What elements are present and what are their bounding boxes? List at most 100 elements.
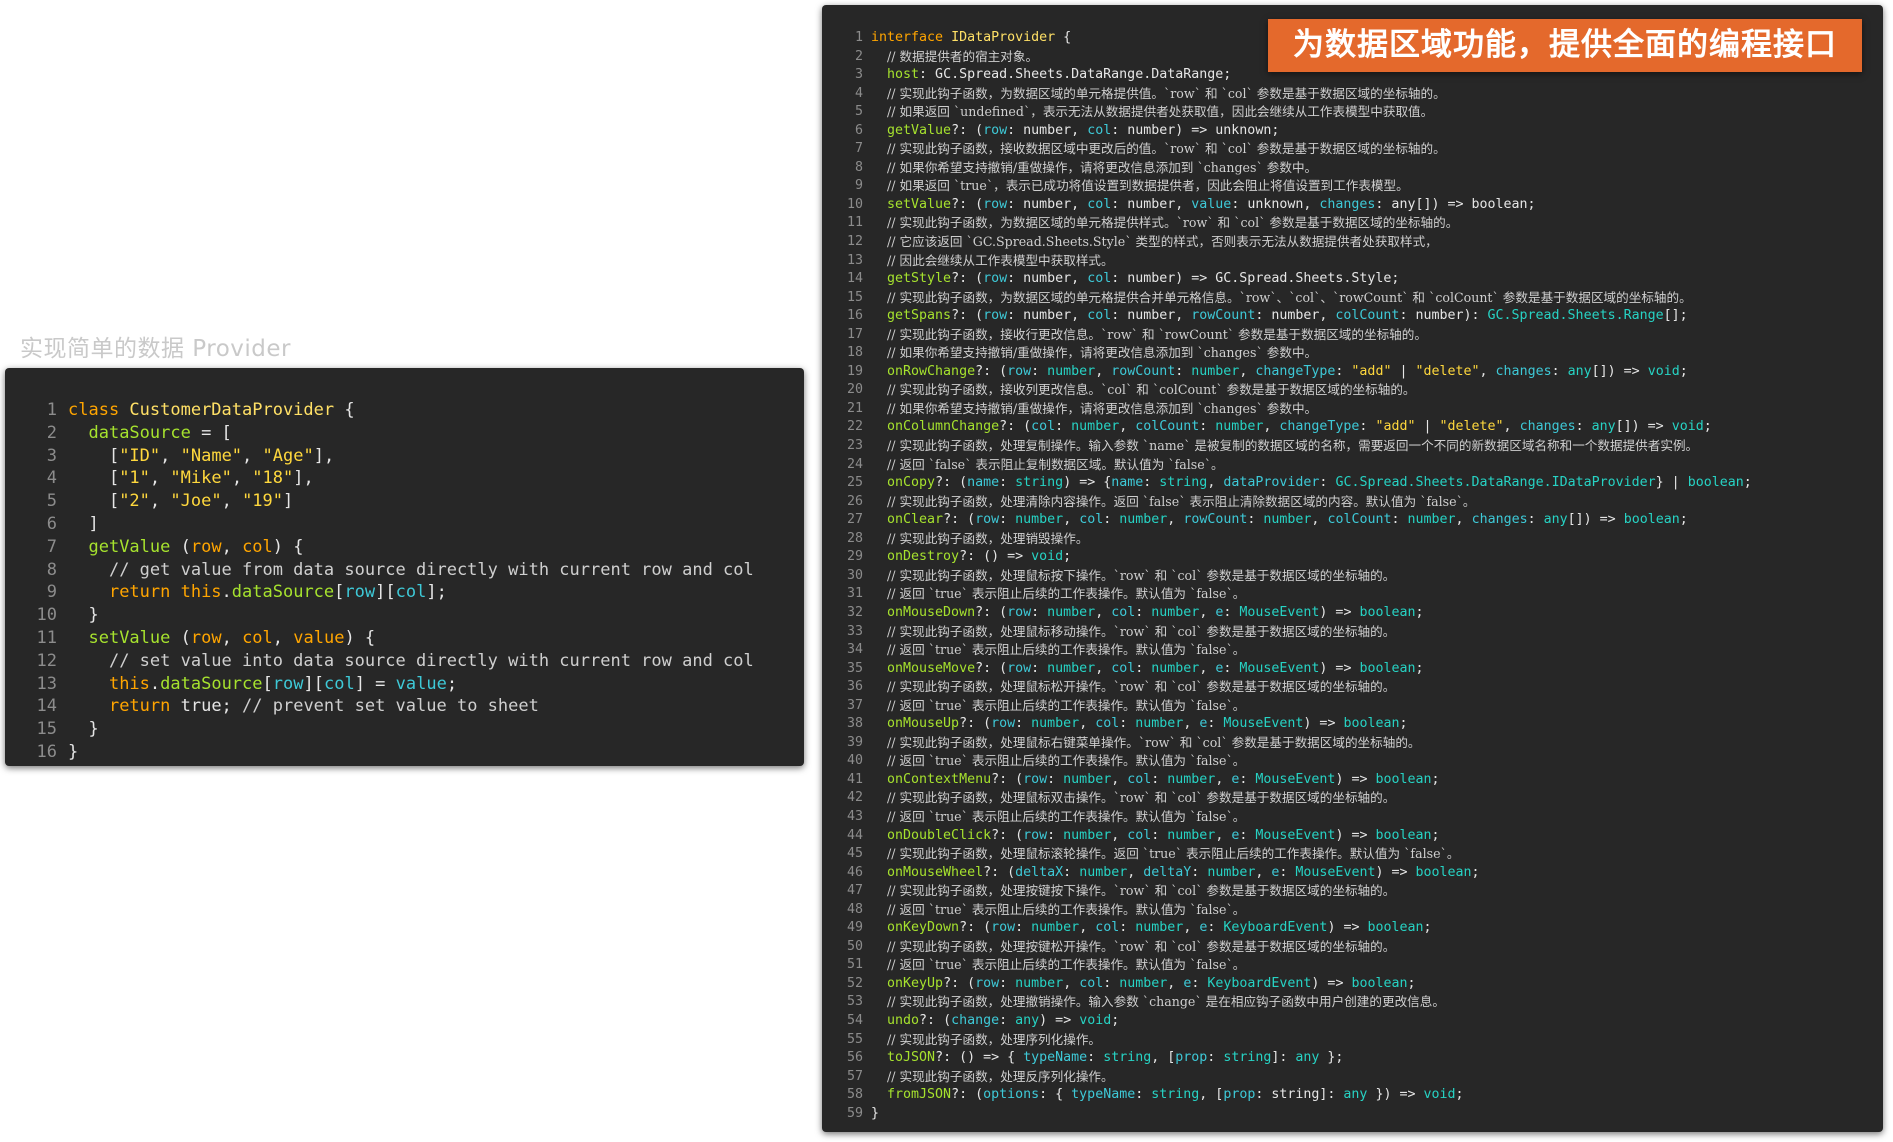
code-line: 12 // set value into data source directl… bbox=[5, 650, 804, 673]
code-token: void bbox=[1671, 419, 1704, 435]
code-token: // get value from data source directly w… bbox=[108, 559, 754, 580]
code-token: // 它应该返回 `GC.Spread.Sheets.Style` 类型的样式，… bbox=[887, 234, 1438, 250]
code-token: , bbox=[221, 536, 243, 557]
code-line: 38 onMouseUp?: (row: number, col: number… bbox=[822, 715, 1883, 734]
code-token: , bbox=[1127, 864, 1144, 880]
code-token: ; bbox=[1063, 549, 1072, 565]
code-line: 47 // 实现此钩子函数，处理按键按下操作。`row` 和 `col` 参数是… bbox=[822, 882, 1883, 901]
line-number: 5 bbox=[854, 104, 863, 120]
code-token: , bbox=[242, 445, 263, 466]
code-token: ?: ( bbox=[951, 308, 984, 324]
code-token: , bbox=[1311, 512, 1328, 528]
code-line: 32 onMouseDown?: (row: number, col: numb… bbox=[822, 604, 1883, 623]
code-token: : bbox=[1207, 1050, 1224, 1066]
code-token: // 如果你希望支持撤销/重做操作，请将更改信息添加到 `changes` 参数… bbox=[887, 159, 1318, 175]
code-token: number bbox=[1063, 771, 1112, 787]
code-text: // 返回 `true` 表示阻止后续的工作表操作。默认值为 `false`。 bbox=[871, 641, 1883, 660]
code-token: row bbox=[272, 673, 304, 694]
code-lines: 1 interface IDataProvider {2 // 数据提供者的宿主对… bbox=[822, 29, 1883, 1123]
caption-simple-provider: 实现简单的数据 Provider bbox=[20, 336, 292, 362]
code-line: 43 // 返回 `true` 表示阻止后续的工作表操作。默认值为 `false… bbox=[822, 808, 1883, 827]
code-token: number bbox=[1071, 419, 1120, 435]
code-text: onMouseUp?: (row: number, col: number, e… bbox=[871, 715, 1883, 734]
code-token: any bbox=[1015, 1012, 1040, 1028]
code-token: onContextMenu bbox=[887, 771, 992, 787]
code-token: void bbox=[1031, 549, 1064, 565]
code-line: 50 // 实现此钩子函数，处理按键松开操作。`row` 和 `col` 参数是… bbox=[822, 938, 1883, 957]
code-text: } bbox=[871, 1105, 1883, 1124]
code-token: ; bbox=[1431, 771, 1440, 787]
code-token: : bbox=[1031, 660, 1048, 676]
code-text: onKeyUp?: (row: number, col: number, e: … bbox=[871, 975, 1883, 994]
code-text: onMouseWheel?: (deltaX: number, deltaY: … bbox=[871, 864, 1883, 883]
code-token: this bbox=[108, 673, 150, 694]
code-text: // 如果返回 `undefined`，表示无法从数据提供者处获取值，因此会继续… bbox=[871, 103, 1883, 122]
code-token: : bbox=[1223, 604, 1240, 620]
code-token: }; bbox=[1319, 1050, 1344, 1066]
code-token: onMouseWheel bbox=[887, 864, 984, 880]
code-token: , bbox=[1455, 512, 1472, 528]
code-text: // 实现此钩子函数，处理序列化操作。 bbox=[871, 1031, 1883, 1050]
code-token: changes bbox=[1495, 363, 1552, 379]
code-token: "Age" bbox=[262, 445, 314, 466]
code-token: // 实现此钩子函数，处理撤销操作。输入参数 `change` 是在相应钩子函数… bbox=[887, 994, 1445, 1010]
line-number: 34 bbox=[846, 642, 863, 658]
code-text: } bbox=[68, 741, 804, 764]
code-token: // 返回 `true` 表示阻止后续的工作表操作。默认值为 `false`。 bbox=[887, 957, 1246, 973]
code-line: 24 // 返回 `false` 表示阻止复制数据区域。默认值为 `false`… bbox=[822, 456, 1883, 475]
line-number: 48 bbox=[846, 901, 863, 917]
code-token: "add" bbox=[1375, 419, 1416, 435]
line-number: 12 bbox=[846, 234, 863, 250]
code-line: 37 // 返回 `true` 表示阻止后续的工作表操作。默认值为 `false… bbox=[822, 697, 1883, 716]
code-token: onDestroy bbox=[887, 549, 960, 565]
line-number: 31 bbox=[846, 586, 863, 602]
code-token: } bbox=[68, 719, 99, 740]
code-token: number bbox=[1151, 604, 1200, 620]
code-token: . bbox=[221, 582, 232, 603]
code-token: dataSource bbox=[160, 673, 263, 694]
code-token: ) => bbox=[1375, 864, 1416, 880]
code-token: "add" bbox=[1351, 363, 1392, 379]
line-number: 29 bbox=[846, 549, 863, 565]
code-token: getStyle bbox=[887, 271, 952, 287]
code-token: boolean bbox=[1367, 920, 1424, 936]
code-token: // 实现此钩子函数，为数据区域的单元格提供样式。`row` 和 `col` 参… bbox=[887, 215, 1459, 231]
code-token: // 如果你希望支持撤销/重做操作，请将更改信息添加到 `changes` 参数… bbox=[887, 345, 1318, 361]
code-token: : bbox=[1391, 512, 1408, 528]
code-token: ) => bbox=[1327, 920, 1368, 936]
line-number: 45 bbox=[846, 846, 863, 862]
code-token: ?: ( bbox=[951, 196, 984, 212]
code-token: : bbox=[1319, 475, 1336, 491]
line-number: 3 bbox=[854, 67, 863, 83]
code-text: // 实现此钩子函数，为数据区域的单元格提供合并单元格信息。`row`、`col… bbox=[871, 289, 1883, 308]
code-token: "1" bbox=[119, 468, 150, 489]
code-token: ; bbox=[1703, 419, 1712, 435]
line-number: 27 bbox=[846, 512, 863, 528]
code-token: value bbox=[293, 627, 345, 648]
code-token: , bbox=[1215, 827, 1232, 843]
code-line: 15 } bbox=[5, 718, 804, 741]
code-token: row bbox=[983, 271, 1008, 287]
code-token: col bbox=[242, 536, 273, 557]
code-token: // 实现此钩子函数，处理反序列化操作。 bbox=[887, 1068, 1114, 1084]
code-token: , bbox=[1063, 512, 1080, 528]
code-token: [ bbox=[262, 673, 273, 694]
code-token: void bbox=[1079, 1012, 1112, 1028]
code-token: number bbox=[1119, 512, 1168, 528]
code-text: onKeyDown?: (row: number, col: number, e… bbox=[871, 919, 1883, 938]
code-token: dataProvider bbox=[1223, 475, 1320, 491]
line-number: 32 bbox=[846, 604, 863, 620]
code-token: : bbox=[1031, 604, 1048, 620]
code-text: // get value from data source directly w… bbox=[68, 559, 804, 582]
